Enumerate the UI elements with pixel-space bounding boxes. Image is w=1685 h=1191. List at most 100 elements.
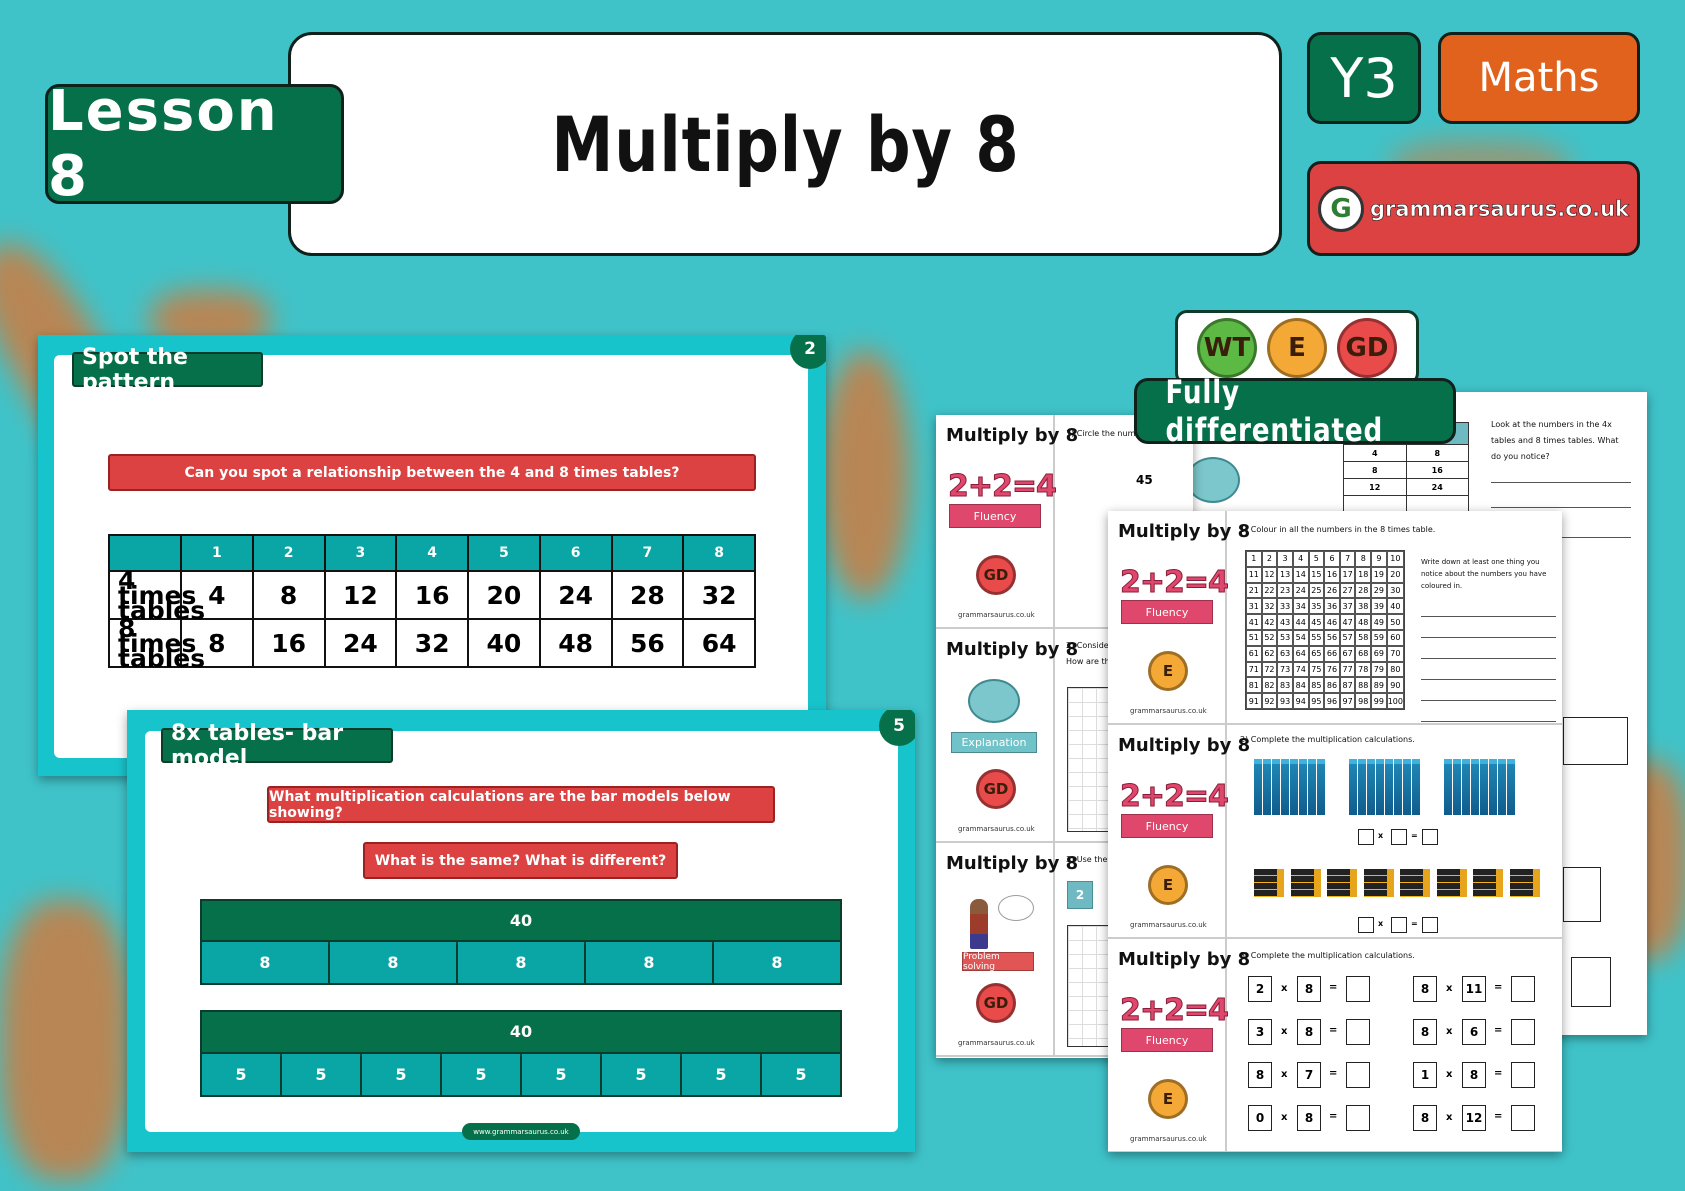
hundred-square-cell[interactable]: 46 <box>1324 614 1340 630</box>
hundred-square-cell[interactable]: 4 <box>1292 551 1309 567</box>
hundred-square-cell[interactable]: 29 <box>1371 582 1387 599</box>
hundred-square-cell[interactable]: 94 <box>1292 693 1309 709</box>
hundred-square-cell[interactable]: 33 <box>1277 598 1293 615</box>
hundred-square-cell[interactable]: 49 <box>1371 614 1387 630</box>
hundred-square-cell[interactable]: 20 <box>1386 566 1404 583</box>
hundred-square-cell[interactable]: 73 <box>1277 661 1293 678</box>
hundred-square-cell[interactable]: 17 <box>1339 566 1356 583</box>
hundred-square-cell[interactable]: 6 <box>1324 551 1340 567</box>
hundred-square-cell[interactable]: 37 <box>1339 598 1356 615</box>
hundred-square-cell[interactable]: 38 <box>1355 598 1372 615</box>
hundred-square-cell[interactable]: 27 <box>1339 582 1356 599</box>
hundred-square-cell[interactable]: 56 <box>1324 629 1340 646</box>
hundred-square-cell[interactable]: 67 <box>1339 645 1356 662</box>
hundred-square-cell[interactable]: 41 <box>1246 614 1262 630</box>
hundred-square-cell[interactable]: 100 <box>1386 693 1404 709</box>
hundred-square-cell[interactable]: 53 <box>1277 629 1293 646</box>
hundred-square-cell[interactable]: 87 <box>1339 677 1356 694</box>
hundred-square-cell[interactable]: 98 <box>1355 693 1372 709</box>
hundred-square-cell[interactable]: 26 <box>1324 582 1340 599</box>
hundred-square-cell[interactable]: 59 <box>1371 629 1387 646</box>
hundred-square-cell[interactable]: 91 <box>1246 693 1262 709</box>
answer-box[interactable] <box>1511 1105 1535 1131</box>
hundred-square-cell[interactable]: 90 <box>1386 677 1404 694</box>
brand-link[interactable]: grammarsaurus.co.uk <box>1370 196 1630 221</box>
footer-url[interactable]: www.grammarsaurus.co.uk <box>473 1128 568 1136</box>
hundred-square-cell[interactable]: 60 <box>1386 629 1404 646</box>
hundred-square-cell[interactable]: 54 <box>1292 629 1309 646</box>
hundred-square-cell[interactable]: 78 <box>1355 661 1372 678</box>
answer-box[interactable] <box>1511 976 1535 1002</box>
hundred-square-cell[interactable]: 74 <box>1292 661 1309 678</box>
hundred-square-cell[interactable]: 69 <box>1371 645 1387 662</box>
answer-box[interactable] <box>1391 829 1407 845</box>
hundred-square-cell[interactable]: 21 <box>1246 582 1262 599</box>
answer-box[interactable] <box>1422 829 1438 845</box>
hundred-square-cell[interactable]: 5 <box>1308 551 1325 567</box>
footer-pill[interactable]: www.grammarsaurus.co.uk <box>462 1123 580 1140</box>
hundred-square-cell[interactable]: 22 <box>1261 582 1278 599</box>
hundred-square-cell[interactable]: 88 <box>1355 677 1372 694</box>
hundred-square-cell[interactable]: 85 <box>1308 677 1325 694</box>
hundred-square-cell[interactable]: 28 <box>1355 582 1372 599</box>
hundred-square-cell[interactable]: 82 <box>1261 677 1278 694</box>
hundred-square-cell[interactable]: 12 <box>1261 566 1278 583</box>
brand-badge[interactable]: G grammarsaurus.co.uk <box>1307 161 1640 256</box>
hundred-square-cell[interactable]: 89 <box>1371 677 1387 694</box>
hundred-square-cell[interactable]: 96 <box>1324 693 1340 709</box>
hundred-square-cell[interactable]: 79 <box>1371 661 1387 678</box>
hundred-square-cell[interactable]: 11 <box>1246 566 1262 583</box>
hundred-square-cell[interactable]: 95 <box>1308 693 1325 709</box>
hundred-square-cell[interactable]: 61 <box>1246 645 1262 662</box>
hundred-square-cell[interactable]: 57 <box>1339 629 1356 646</box>
hundred-square-cell[interactable]: 47 <box>1339 614 1356 630</box>
hundred-square-cell[interactable]: 51 <box>1246 629 1262 646</box>
hundred-square-cell[interactable]: 58 <box>1355 629 1372 646</box>
answer-box[interactable] <box>1422 917 1438 933</box>
hundred-square-cell[interactable]: 71 <box>1246 661 1262 678</box>
hundred-square-cell[interactable]: 43 <box>1277 614 1293 630</box>
answer-box[interactable] <box>1346 1105 1370 1131</box>
hundred-square-cell[interactable]: 18 <box>1355 566 1372 583</box>
hundred-square-cell[interactable]: 92 <box>1261 693 1278 709</box>
hundred-square-cell[interactable]: 36 <box>1324 598 1340 615</box>
hundred-square-cell[interactable]: 63 <box>1277 645 1293 662</box>
hundred-square-cell[interactable]: 62 <box>1261 645 1278 662</box>
answer-box[interactable] <box>1358 829 1374 845</box>
hundred-square-cell[interactable]: 24 <box>1292 582 1309 599</box>
answer-box[interactable] <box>1511 1019 1535 1045</box>
hundred-square-cell[interactable]: 99 <box>1371 693 1387 709</box>
hundred-square-cell[interactable]: 81 <box>1246 677 1262 694</box>
hundred-square-cell[interactable]: 13 <box>1277 566 1293 583</box>
answer-box[interactable] <box>1346 1062 1370 1088</box>
hundred-square-cell[interactable]: 14 <box>1292 566 1309 583</box>
hundred-square-cell[interactable]: 9 <box>1371 551 1387 567</box>
hundred-square-cell[interactable]: 23 <box>1277 582 1293 599</box>
hundred-square-cell[interactable]: 97 <box>1339 693 1356 709</box>
hundred-square-cell[interactable]: 93 <box>1277 693 1293 709</box>
hundred-square-cell[interactable]: 30 <box>1386 582 1404 599</box>
hundred-square-cell[interactable]: 16 <box>1324 566 1340 583</box>
hundred-square-cell[interactable]: 35 <box>1308 598 1325 615</box>
answer-box[interactable] <box>1358 917 1374 933</box>
hundred-square-cell[interactable]: 1 <box>1246 551 1262 567</box>
hundred-square-cell[interactable]: 45 <box>1308 614 1325 630</box>
hundred-square-cell[interactable]: 34 <box>1292 598 1309 615</box>
hundred-square-cell[interactable]: 7 <box>1339 551 1356 567</box>
hundred-square-cell[interactable]: 68 <box>1355 645 1372 662</box>
hundred-square-cell[interactable]: 31 <box>1246 598 1262 615</box>
hundred-square-cell[interactable]: 32 <box>1261 598 1278 615</box>
hundred-square-cell[interactable]: 83 <box>1277 677 1293 694</box>
hundred-square-cell[interactable]: 77 <box>1339 661 1356 678</box>
hundred-square-cell[interactable]: 3 <box>1277 551 1293 567</box>
hundred-square-cell[interactable]: 52 <box>1261 629 1278 646</box>
hundred-square-cell[interactable]: 2 <box>1261 551 1278 567</box>
hundred-square-cell[interactable]: 44 <box>1292 614 1309 630</box>
answer-box[interactable] <box>1511 1062 1535 1088</box>
answer-box[interactable] <box>1346 976 1370 1002</box>
answer-box[interactable] <box>1391 917 1407 933</box>
hundred-square-cell[interactable]: 86 <box>1324 677 1340 694</box>
hundred-square-cell[interactable]: 15 <box>1308 566 1325 583</box>
hundred-square-cell[interactable]: 80 <box>1386 661 1404 678</box>
hundred-square-cell[interactable]: 55 <box>1308 629 1325 646</box>
